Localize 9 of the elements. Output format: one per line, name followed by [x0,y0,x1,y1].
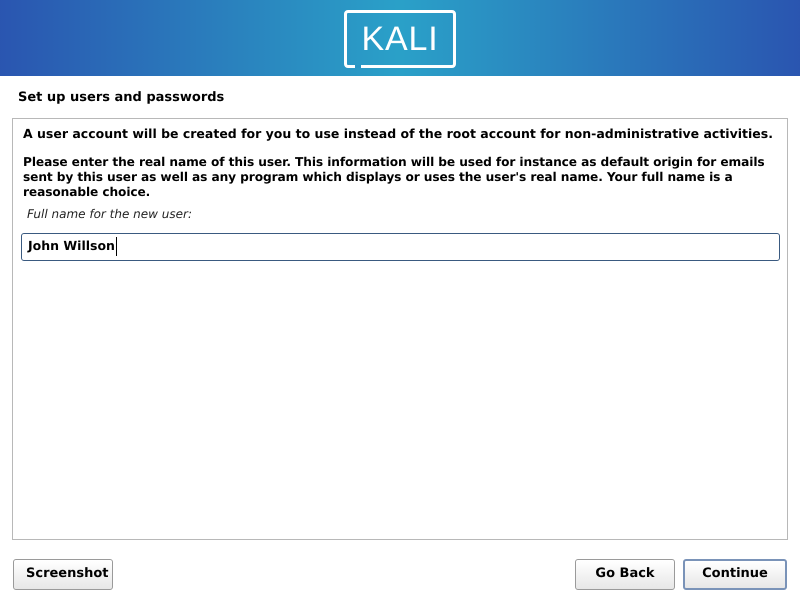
dialog-button[interactable]: Go Back [575,558,675,590]
description-text: Please enter the real name of this user. This information will be used for instance as default origin for emails sent by this user as well as any program which displays or uses the user's real name. Your full name is a reasonable choice. [23,154,766,200]
step-title: Set up users and passwords [18,89,226,107]
logo: KALI [344,10,456,68]
intro-text: A user account will be created for you to use instead of the root account for non-administrative activities. [23,126,774,140]
dialog-button[interactable]: Continue [683,558,787,590]
field-label: Full name for the new user: [27,206,192,222]
dialog-button[interactable]: Screenshot [13,558,113,590]
full-name-field[interactable]: John Willson [21,232,780,260]
